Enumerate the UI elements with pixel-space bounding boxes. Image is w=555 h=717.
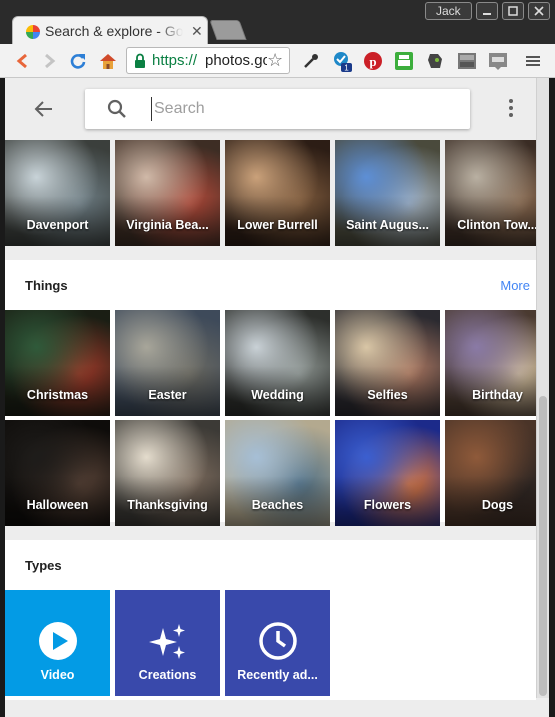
extension-css-icon[interactable] xyxy=(486,49,510,73)
place-tile-davenport[interactable]: Davenport xyxy=(5,140,110,246)
profile-button[interactable]: Jack xyxy=(425,2,472,20)
tile-label: Flowers xyxy=(363,498,412,512)
maximize-icon xyxy=(508,6,518,16)
tile-label: Thanksgiving xyxy=(127,498,208,512)
evernote-icon[interactable] xyxy=(423,49,447,73)
lock-icon xyxy=(135,53,145,68)
scrollbar-thumb[interactable] xyxy=(539,396,547,696)
tile-label: Beaches xyxy=(251,498,304,512)
pinterest-icon[interactable]: p xyxy=(361,49,385,73)
things-heading: Things xyxy=(25,278,68,293)
place-tile-saint-augus[interactable]: Saint Augus... xyxy=(335,140,440,246)
url-host: photos.google.com xyxy=(205,52,267,69)
thing-tile-selfies[interactable]: Selfies xyxy=(335,310,440,416)
browser-tab[interactable]: Search & explore - Google Photos ✕ xyxy=(12,16,208,46)
type-label: Creations xyxy=(138,668,197,682)
more-options-icon[interactable] xyxy=(508,98,514,118)
types-row: Video Creations Recently ad... xyxy=(5,590,536,696)
extension-firebug-icon[interactable] xyxy=(455,49,479,73)
thing-tile-flowers[interactable]: Flowers xyxy=(335,420,440,526)
tab-title: Search & explore - Google Photos xyxy=(45,23,183,39)
svg-text:p: p xyxy=(369,54,376,69)
type-label: Video xyxy=(40,668,75,682)
tile-label: Christmas xyxy=(26,388,89,402)
thing-tile-easter[interactable]: Easter xyxy=(115,310,220,416)
app-bar xyxy=(5,78,536,140)
tile-label: Selfies xyxy=(367,388,408,402)
tile-label: Davenport xyxy=(26,218,89,232)
type-tile-creations[interactable]: Creations xyxy=(115,590,220,696)
places-row: Davenport Virginia Bea... Lower Burrell Sai… xyxy=(5,140,549,246)
thing-tile-wedding[interactable]: Wedding xyxy=(225,310,330,416)
forward-nav-icon[interactable] xyxy=(38,49,62,73)
bookmark-star-icon[interactable]: ☆ xyxy=(267,50,283,71)
browser-toolbar: https:// photos.google.com ☆ 1 p xyxy=(0,44,555,78)
place-tile-virginia-bea[interactable]: Virginia Bea... xyxy=(115,140,220,246)
thing-tile-birthday[interactable]: Birthday xyxy=(445,310,549,416)
reload-icon[interactable] xyxy=(66,49,90,73)
tile-label: Wedding xyxy=(251,388,304,402)
search-icon[interactable] xyxy=(107,99,127,119)
tile-label: Birthday xyxy=(472,388,523,402)
chrome-menu-icon[interactable] xyxy=(521,49,545,73)
chat-extension-icon[interactable]: 1 xyxy=(330,49,354,73)
types-card: Types Video Creations Recently ad... xyxy=(5,540,536,700)
back-nav-icon[interactable] xyxy=(10,49,34,73)
extension-badge-count: 1 xyxy=(344,64,349,73)
thing-tile-beaches[interactable]: Beaches xyxy=(225,420,330,526)
page-scrollbar[interactable] xyxy=(536,78,549,698)
sparkle-icon xyxy=(147,620,189,667)
close-window-button[interactable] xyxy=(528,2,550,20)
tile-label: Dogs xyxy=(481,498,514,512)
printer-icon[interactable] xyxy=(392,49,416,73)
maximize-button[interactable] xyxy=(502,2,524,20)
back-arrow-icon[interactable] xyxy=(33,98,55,120)
window-titlebar: Jack Search & explore - Google Photos ✕ xyxy=(0,0,555,46)
types-heading: Types xyxy=(25,558,62,573)
thing-tile-dogs[interactable]: Dogs xyxy=(445,420,549,526)
thing-tile-thanksgiving[interactable]: Thanksgiving xyxy=(115,420,220,526)
minimize-icon xyxy=(483,13,491,15)
address-bar[interactable]: https:// photos.google.com ☆ xyxy=(126,47,290,74)
clock-icon xyxy=(257,620,299,667)
tile-label: Saint Augus... xyxy=(346,218,429,232)
thing-tile-christmas[interactable]: Christmas xyxy=(5,310,110,416)
minimize-button[interactable] xyxy=(476,2,498,20)
home-icon[interactable] xyxy=(96,49,120,73)
type-label: Recently ad... xyxy=(237,668,318,682)
page-content: Davenport Virginia Bea... Lower Burrell Sai… xyxy=(5,78,549,717)
things-more-link[interactable]: More xyxy=(500,278,530,293)
tile-label: Easter xyxy=(148,388,187,402)
type-tile-video[interactable]: Video xyxy=(5,590,110,696)
url-scheme: https:// xyxy=(152,52,198,69)
google-photos-favicon xyxy=(26,25,40,39)
tile-label: Halloween xyxy=(26,498,89,512)
tile-label: Clinton Tow... xyxy=(457,218,538,232)
play-circle-icon xyxy=(37,620,79,667)
things-row: Halloween Thanksgiving Beaches Flowers Dogs xyxy=(5,420,549,526)
search-input[interactable] xyxy=(151,97,451,121)
place-tile-lower-burrell[interactable]: Lower Burrell xyxy=(225,140,330,246)
type-tile-recently-ad[interactable]: Recently ad... xyxy=(225,590,330,696)
search-box xyxy=(85,89,470,129)
new-tab-button[interactable] xyxy=(209,20,247,40)
things-row: Christmas Easter Wedding Selfies Birthday xyxy=(5,310,549,416)
tile-label: Virginia Bea... xyxy=(126,218,209,232)
place-tile-clinton-tow[interactable]: Clinton Tow... xyxy=(445,140,549,246)
things-card: Things More Christmas Easter Wedding Selfie… xyxy=(5,260,549,526)
eyedropper-icon[interactable] xyxy=(299,49,323,73)
close-icon xyxy=(534,6,544,16)
tile-label: Lower Burrell xyxy=(237,218,318,232)
thing-tile-halloween[interactable]: Halloween xyxy=(5,420,110,526)
tab-close-icon[interactable]: ✕ xyxy=(191,23,203,40)
